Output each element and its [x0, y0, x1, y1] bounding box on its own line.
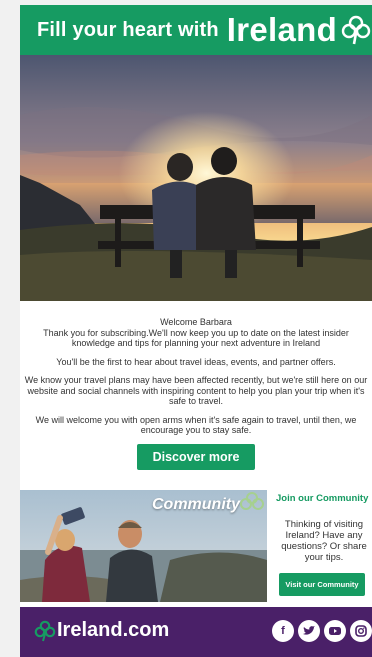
discover-more-button[interactable]: Discover more — [136, 443, 256, 470]
hero-image — [20, 55, 372, 301]
footer-brand-text: Ireland.com — [57, 619, 170, 641]
email-body: Welcome Barbara Thank you for subscribin… — [20, 301, 372, 436]
community-cta-panel: Join our Community Thinking of visiting … — [272, 487, 372, 607]
community-title: Join our Community — [276, 493, 369, 504]
instagram-icon[interactable] — [350, 620, 372, 642]
twitter-icon[interactable] — [298, 620, 320, 642]
header-tagline: Fill your heart with — [37, 18, 219, 41]
shamrock-icon — [238, 490, 266, 519]
social-links: f — [272, 620, 372, 642]
facebook-icon[interactable]: f — [272, 620, 294, 642]
greeting-text: Welcome Barbara — [160, 317, 232, 327]
community-photo[interactable]: Community — [20, 490, 267, 602]
offers-text: You'll be the first to hear about travel… — [56, 356, 336, 367]
visit-community-button[interactable]: Visit our Community — [279, 573, 365, 596]
header-brand: Ireland — [226, 11, 338, 48]
community-description: Thinking of visiting Ireland? Have any q… — [281, 519, 367, 563]
travel-plans-text: We know your travel plans may have been … — [24, 375, 368, 406]
community-photo-caption: Community — [152, 496, 240, 513]
community-section: Community Join our Community Thinking of… — [20, 487, 372, 607]
email-container: Fill your heart with Ireland Welcome Bar… — [20, 5, 372, 657]
shamrock-icon — [34, 620, 56, 642]
subscription-text: Thank you for subscribing.We'll now keep… — [43, 327, 349, 349]
welcome-text: We will welcome you with open arms when … — [35, 414, 357, 436]
shamrock-icon — [341, 15, 371, 45]
footer-logo[interactable]: Ireland.com — [34, 619, 169, 642]
footer: Ireland.com f — [20, 607, 372, 657]
youtube-icon[interactable] — [324, 620, 346, 642]
header-banner: Fill your heart with Ireland — [20, 5, 372, 55]
